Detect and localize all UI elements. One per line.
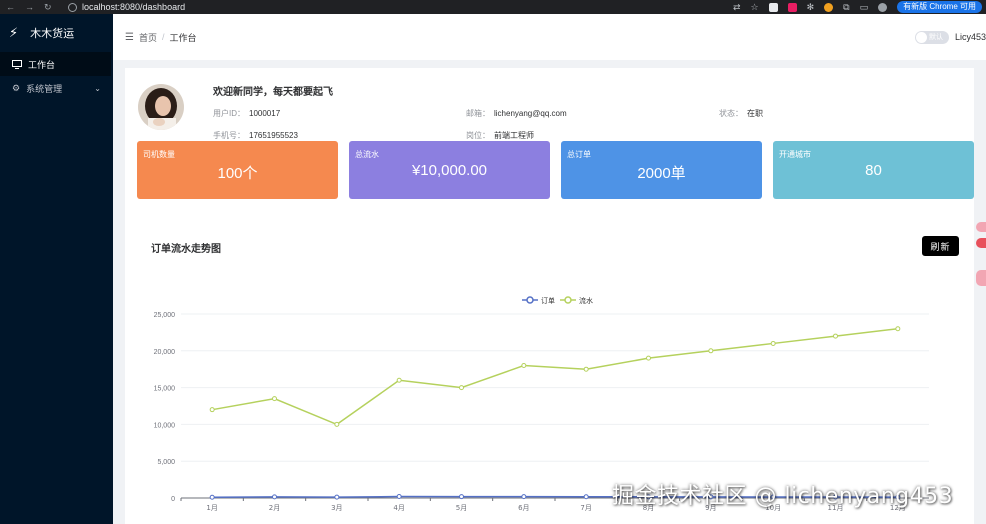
refresh-button[interactable]: 刷新 xyxy=(922,236,959,256)
reload-icon[interactable]: ↻ xyxy=(44,2,52,13)
welcome-text: 欢迎新同学，每天都要起飞 xyxy=(213,87,333,98)
x-tick-label: 7月 xyxy=(580,504,591,512)
lightning-icon: ⚡︎ xyxy=(9,25,19,40)
y-tick-label: 0 xyxy=(171,496,175,503)
star-icon[interactable]: ☆ xyxy=(751,2,759,13)
site-info-icon[interactable] xyxy=(68,2,77,12)
menu-fold-icon[interactable]: ☰ xyxy=(125,32,134,43)
email-field: 邮箱： lichenyang@qq.com xyxy=(466,109,567,118)
monitor-icon xyxy=(12,59,22,69)
data-point xyxy=(334,421,340,427)
series-line xyxy=(212,327,898,426)
x-tick-label: 5月 xyxy=(456,504,467,512)
username[interactable]: Licy453 xyxy=(955,32,986,42)
stat-card-orders: 总订单 2000单 xyxy=(561,141,762,199)
data-point xyxy=(583,494,589,500)
y-tick-label: 25,000 xyxy=(154,312,176,319)
stat-card-revenue: 总流水 ¥10,000.00 xyxy=(349,141,550,199)
x-tick-label: 3月 xyxy=(331,504,342,512)
status-field: 状态： 在职 xyxy=(719,109,763,118)
y-tick-label: 10,000 xyxy=(154,422,176,429)
sidebar-item-system[interactable]: ⚙ 系统管理 ⌄ xyxy=(0,76,113,100)
data-point xyxy=(459,494,464,500)
data-point xyxy=(895,326,901,332)
data-point xyxy=(770,340,776,346)
url-text: localhost:8080/dashboard xyxy=(82,2,186,12)
browser-actions: ⇄ ☆ ✻ ⧉ ▭ 有新版 Chrome 可用 xyxy=(733,1,986,13)
legend-label: 流水 xyxy=(579,296,593,305)
sidebar-item-label: 工作台 xyxy=(28,59,56,70)
data-point xyxy=(646,355,651,361)
theme-toggle[interactable]: 默认 xyxy=(914,30,949,44)
data-point xyxy=(272,494,277,500)
legend-marker xyxy=(564,296,572,304)
brand: ⚡︎ 木木货运 xyxy=(0,14,113,52)
chevron-down-icon: ⌄ xyxy=(94,83,101,93)
browser-toolbar: ← → ↻ localhost:8080/dashboard ⇄ ☆ ✻ ⧉ ▭… xyxy=(0,0,986,14)
y-tick-label: 5,000 xyxy=(157,459,175,466)
translate-icon[interactable]: ⇄ xyxy=(733,2,741,13)
data-point xyxy=(459,385,464,391)
data-point xyxy=(209,407,215,413)
x-tick-label: 2月 xyxy=(269,504,280,512)
theme-toggle-label: 默认 xyxy=(928,33,943,41)
data-point xyxy=(521,363,527,369)
phone-field: 手机号： 17651955523 xyxy=(213,131,298,140)
address-bar[interactable]: localhost:8080/dashboard xyxy=(68,2,185,12)
y-tick-label: 15,000 xyxy=(154,386,176,393)
tab-icon[interactable]: ▭ xyxy=(860,2,869,13)
puzzle-icon[interactable]: ⧉ xyxy=(843,2,849,13)
y-tick-label: 20,000 xyxy=(154,349,176,356)
chart-title: 订单流水走势图 xyxy=(151,244,221,255)
extension-icon[interactable] xyxy=(787,2,797,12)
browser-nav: ← → ↻ xyxy=(0,2,68,13)
data-point xyxy=(396,494,402,500)
data-point xyxy=(396,377,402,383)
header-right: 默认 Licy453 xyxy=(914,30,986,44)
gear-icon: ⚙ xyxy=(12,82,21,93)
data-point xyxy=(521,494,527,500)
brand-name: 木木货运 xyxy=(30,28,75,40)
legend-marker xyxy=(526,296,534,304)
floating-widget-icon[interactable] xyxy=(976,238,986,248)
x-tick-label: 6月 xyxy=(518,504,529,512)
dashboard-panel: 欢迎新同学，每天都要起飞 用户ID： 1000017 邮箱： lichenyang@… xyxy=(125,68,974,524)
data-point xyxy=(708,348,714,354)
avatar-icon[interactable] xyxy=(878,2,888,12)
breadcrumb-current: 工作台 xyxy=(169,32,197,43)
watermark: 掘金技术社区 @ lichenyang453 xyxy=(612,484,954,509)
data-point xyxy=(583,366,589,372)
sidebar-item-label: 系统管理 xyxy=(26,83,63,94)
stat-card-cities: 开通城市 80 xyxy=(773,141,974,199)
data-point xyxy=(272,396,277,402)
sidebar: ⚡︎ 木木货运 工作台 ⚙ 系统管理 ⌄ xyxy=(0,14,113,524)
sidebar-item-dashboard[interactable]: 工作台 xyxy=(0,52,111,76)
extension-icon[interactable] xyxy=(824,2,834,12)
gear-icon[interactable]: ✻ xyxy=(807,2,815,13)
data-point xyxy=(334,494,340,500)
data-point xyxy=(209,494,215,500)
floating-widget-icon[interactable] xyxy=(976,222,986,232)
breadcrumb-home[interactable]: 首页 xyxy=(139,31,157,44)
header: ☰ 首页 / 工作台 默认 Licy453 xyxy=(113,14,986,60)
avatar xyxy=(138,84,184,130)
data-point xyxy=(833,333,838,339)
stat-card-drivers: 司机数量 100个 xyxy=(137,141,338,199)
chrome-update-button[interactable]: 有新版 Chrome 可用 xyxy=(897,1,982,13)
forward-icon[interactable]: → xyxy=(25,2,34,13)
legend-label: 订单 xyxy=(541,296,555,305)
x-tick-label: 1月 xyxy=(206,504,217,512)
user-id-field: 用户ID： 1000017 xyxy=(213,109,281,118)
breadcrumb: ☰ 首页 / 工作台 xyxy=(125,31,197,44)
back-icon[interactable]: ← xyxy=(6,2,15,13)
position-field: 岗位： 前端工程师 xyxy=(466,131,534,140)
x-tick-label: 4月 xyxy=(393,504,404,512)
extension-icon[interactable] xyxy=(768,2,778,12)
floating-widget-icon[interactable] xyxy=(976,270,986,286)
